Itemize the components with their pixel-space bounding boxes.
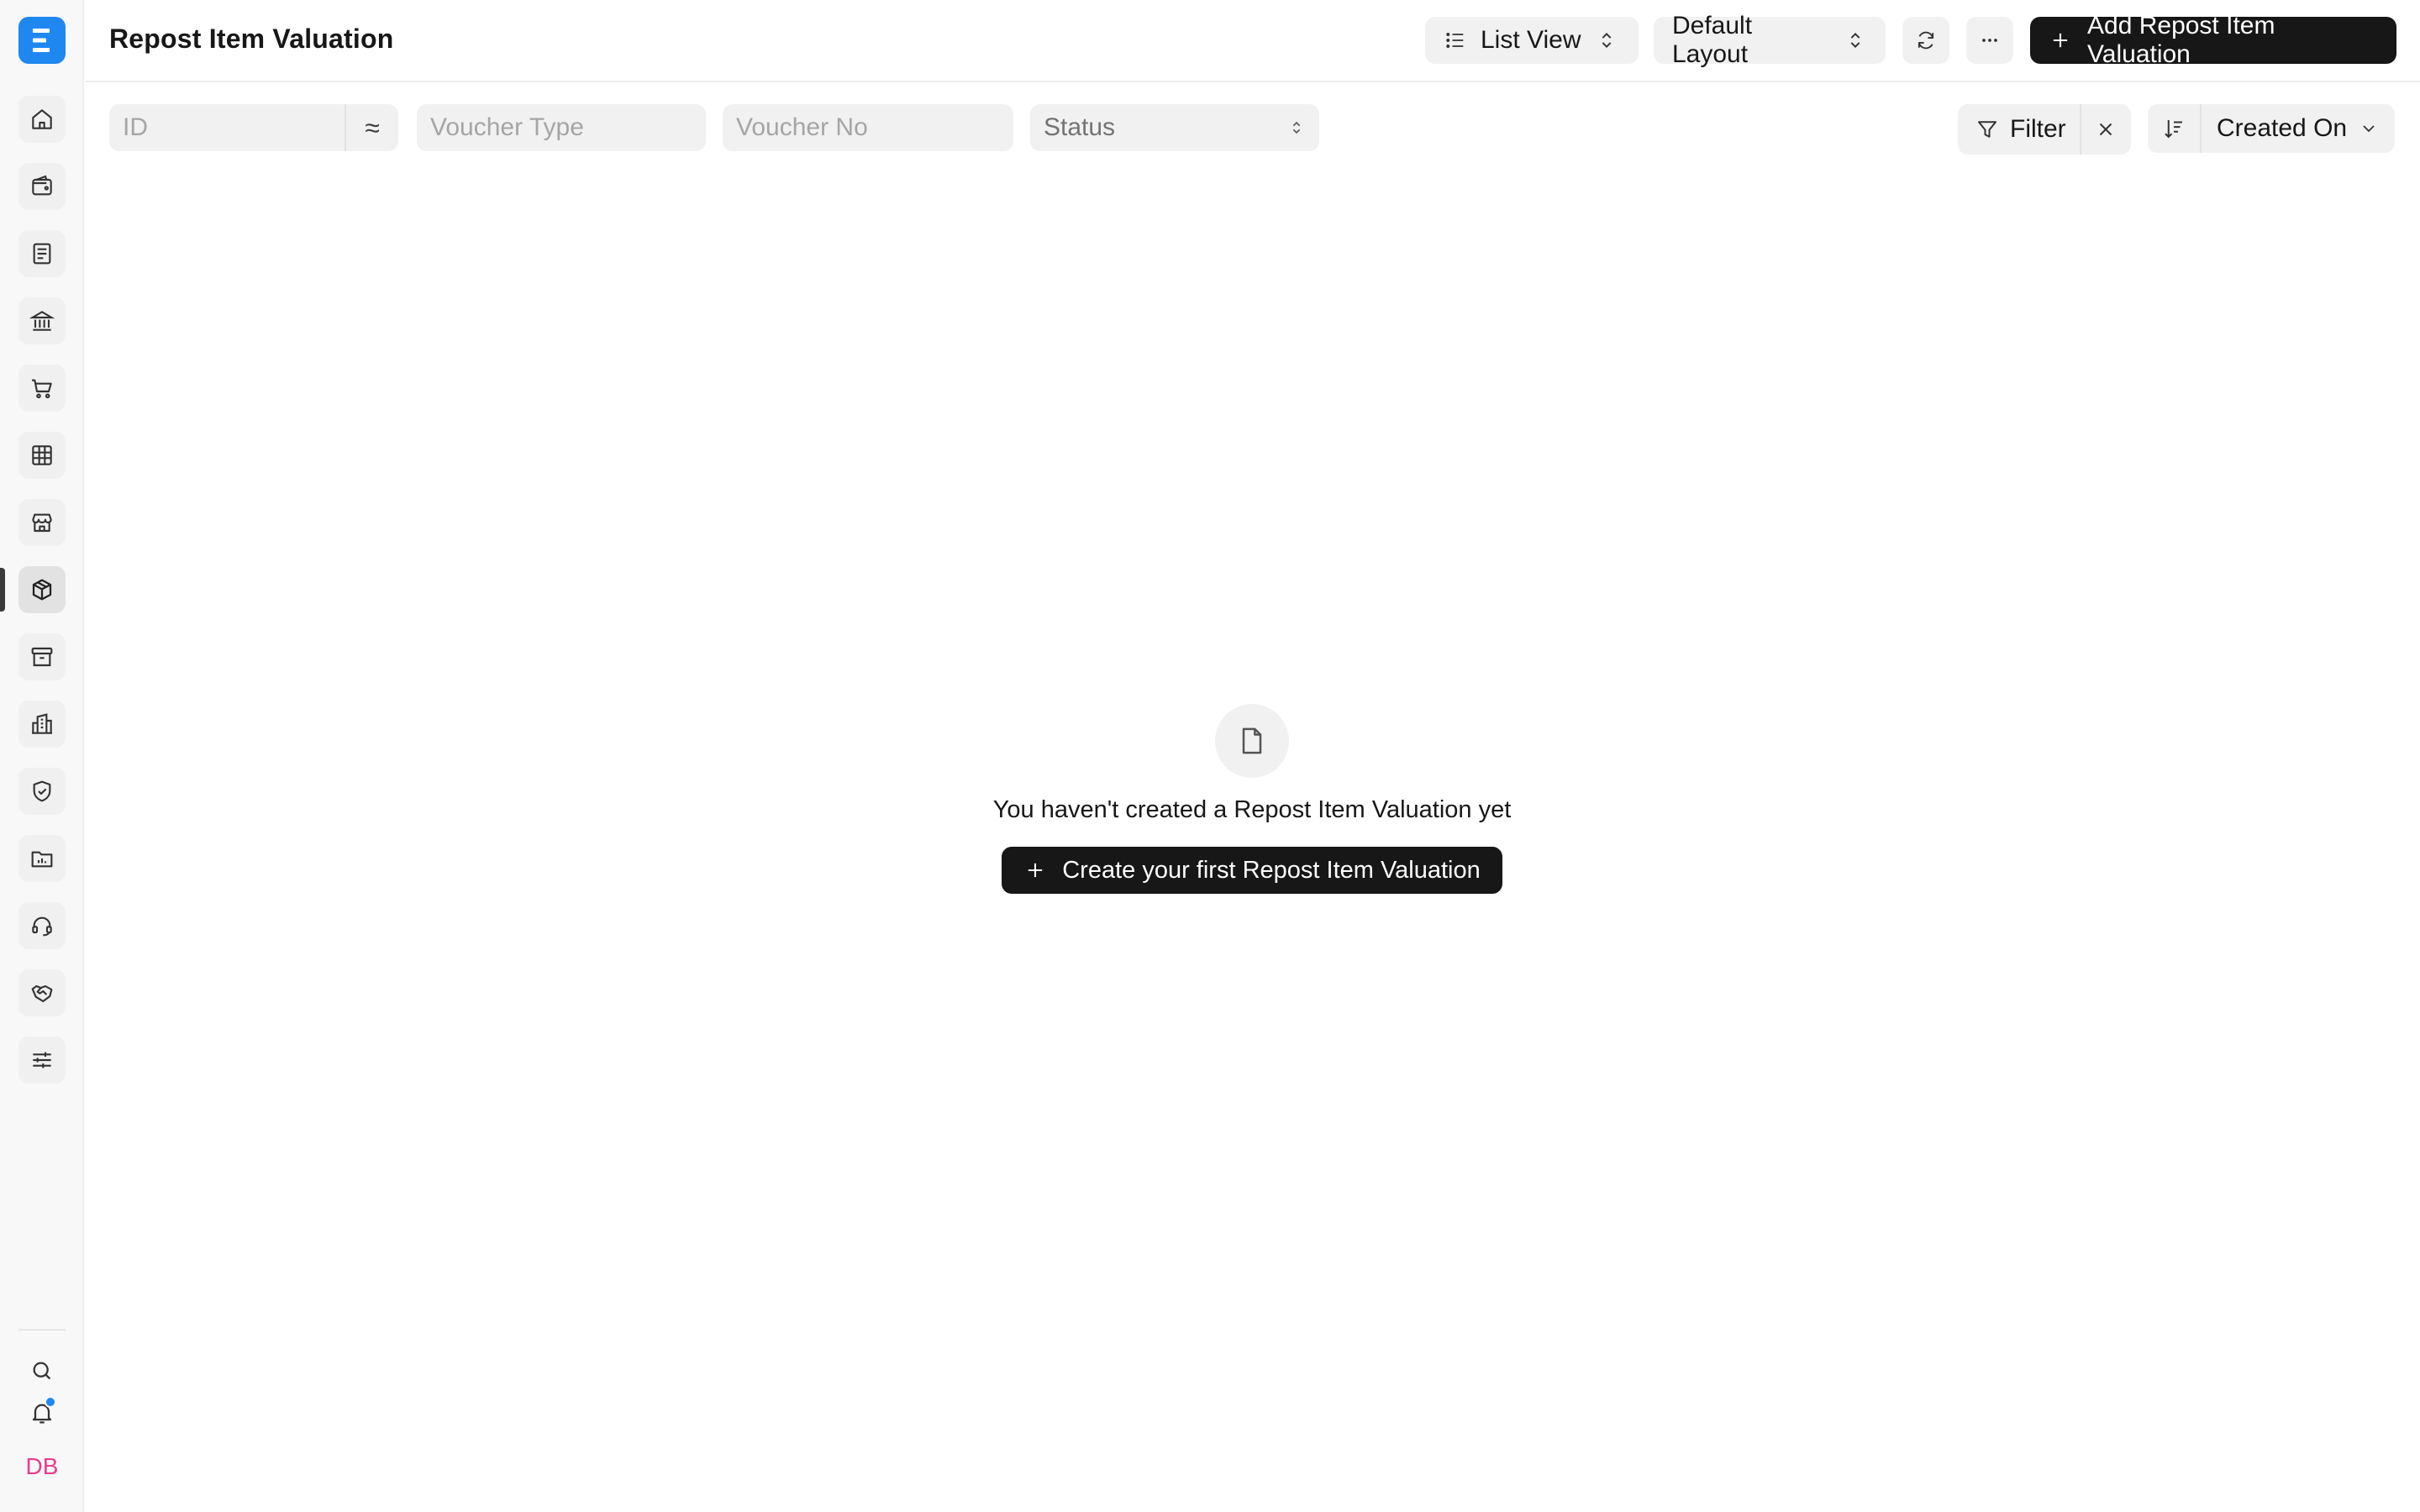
clear-filters-button[interactable] — [2081, 104, 2131, 155]
page-title: Repost Item Valuation — [109, 24, 394, 54]
active-indicator — [0, 568, 5, 612]
handshake-icon — [31, 984, 53, 1003]
empty-state-icon-wrap — [1215, 704, 1289, 778]
add-repost-item-valuation-button[interactable]: Add Repost Item Valuation — [2030, 12, 2396, 68]
sidebar-item-retail[interactable] — [18, 499, 66, 546]
more-options-button[interactable] — [1966, 17, 2013, 64]
empty-state-message: You haven't created a Repost Item Valuat… — [992, 796, 1512, 823]
id-filter-placeholder: ID — [123, 113, 148, 141]
refresh-button[interactable] — [1902, 17, 1949, 64]
view-switcher-label: List View — [1481, 26, 1581, 54]
sidebar-item-support[interactable] — [18, 902, 66, 949]
sidebar-item-invoicing[interactable] — [18, 230, 66, 277]
chevron-up-down-icon — [1292, 121, 1301, 134]
sidebar-item-projects[interactable] — [18, 835, 66, 882]
voucher-no-placeholder: Voucher No — [736, 113, 868, 141]
notification-dot — [45, 1396, 56, 1408]
status-filter-select[interactable]: Status — [1030, 104, 1319, 151]
sidebar-item-selling[interactable] — [18, 432, 66, 479]
folder-chart-icon — [31, 851, 53, 868]
plus-icon — [2053, 33, 2068, 48]
sidebar-item-crm[interactable] — [18, 969, 66, 1016]
shield-check-icon — [33, 780, 51, 802]
sidebar-item-assets[interactable] — [18, 633, 66, 680]
sidebar-item-quality[interactable] — [18, 768, 66, 815]
funnel-icon — [1978, 121, 1996, 138]
building-icon — [32, 713, 52, 734]
chevron-up-down-icon — [1850, 33, 1860, 48]
status-placeholder: Status — [1044, 113, 1116, 141]
create-first-label: Create your first Repost Item Valuation — [1062, 856, 1481, 884]
voucher-no-filter-input[interactable]: Voucher No — [723, 104, 1013, 151]
close-icon — [2100, 123, 2112, 136]
sidebar-item-stock[interactable] — [18, 566, 66, 613]
page-header: Repost Item Valuation List View Default … — [86, 0, 2420, 82]
layout-switcher-label: Default Layout — [1672, 12, 1753, 68]
more-horizontal-icon — [1982, 39, 1997, 42]
avatar[interactable]: DB — [18, 1446, 66, 1487]
sort-control: Created On — [2148, 104, 2395, 153]
chevron-up-down-icon — [1602, 33, 1611, 48]
sidebar-item-organization[interactable] — [18, 701, 66, 748]
create-first-button[interactable]: Create your first Repost Item Valuation — [1002, 847, 1502, 894]
list-icon — [1446, 33, 1464, 48]
archive-icon — [31, 647, 53, 667]
sort-field-label: Created On — [2217, 114, 2348, 142]
bank-icon — [29, 311, 55, 331]
sidebar: DB — [0, 0, 84, 1512]
voucher-type-placeholder: Voucher Type — [430, 113, 584, 141]
notifications-button[interactable] — [18, 1393, 66, 1433]
sort-direction-button[interactable] — [2148, 104, 2202, 153]
plus-icon — [1028, 863, 1043, 878]
sidebar-item-home[interactable] — [18, 96, 66, 143]
sort-descending-icon — [2165, 120, 2182, 139]
receipt-icon — [33, 243, 51, 265]
cart-icon — [32, 379, 52, 399]
search-button[interactable] — [18, 1351, 66, 1391]
headset-icon — [32, 916, 52, 937]
package-icon — [32, 579, 52, 601]
filter-label: Filter — [2010, 115, 2066, 143]
add-button-label: Add Repost Item Valuation — [2087, 12, 2275, 68]
wallet-icon — [32, 175, 52, 196]
sliders-icon — [33, 1052, 51, 1068]
search-icon — [33, 1362, 51, 1380]
app-logo[interactable] — [18, 17, 66, 64]
file-icon — [1242, 727, 1262, 754]
sort-field-select[interactable]: Created On — [2202, 114, 2394, 143]
id-filter-operator[interactable]: ≈ — [345, 104, 398, 151]
sidebar-item-accounting[interactable] — [18, 163, 66, 210]
filter-control: Filter — [1958, 104, 2131, 155]
chevron-down-icon — [2363, 125, 2375, 133]
id-filter-input[interactable]: ID — [109, 104, 346, 151]
sidebar-item-buying[interactable] — [18, 365, 66, 412]
view-switcher[interactable]: List View — [1425, 17, 1639, 64]
layout-switcher[interactable]: Default Layout — [1654, 12, 1886, 68]
store-icon — [32, 513, 52, 533]
refresh-icon — [1918, 31, 1934, 50]
filter-button[interactable]: Filter — [1958, 104, 2081, 155]
sidebar-item-settings[interactable] — [18, 1037, 66, 1084]
app-logo-icon — [33, 29, 50, 52]
voucher-type-filter-input[interactable]: Voucher Type — [417, 104, 706, 151]
table-icon — [32, 445, 52, 465]
home-icon — [32, 109, 52, 129]
sidebar-divider — [18, 1329, 66, 1331]
sidebar-item-banking[interactable] — [18, 297, 66, 344]
